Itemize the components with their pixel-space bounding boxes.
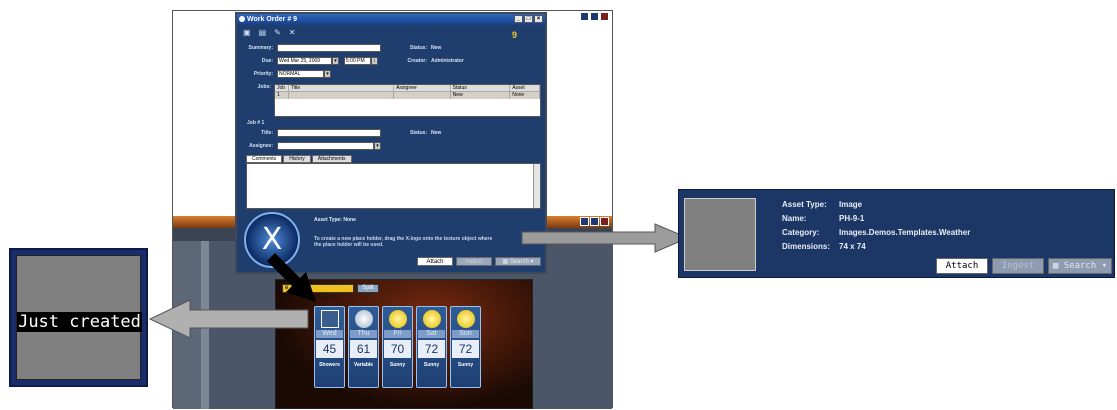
just-created-label: Just created xyxy=(17,312,142,332)
name-value: PH-9-1 xyxy=(839,214,865,223)
left-callout-arrow xyxy=(148,299,309,339)
right-callout-arrow xyxy=(521,223,690,253)
placeholder-thumbnail: Just created xyxy=(16,255,142,380)
asset-info-callout: Asset Type: Image Name: PH-9-1 Category:… xyxy=(678,189,1115,278)
asset-type-label: Asset Type: xyxy=(782,200,827,209)
asset-thumbnail xyxy=(684,198,756,271)
dimensions-value: 74 x 74 xyxy=(839,242,866,251)
category-value: Images.Demos.Templates.Weather xyxy=(839,228,971,237)
search-button-label: Search xyxy=(1063,261,1097,271)
search-icon: ▦ xyxy=(1052,261,1064,271)
search-button[interactable]: ▦ Search ▾ xyxy=(1048,258,1112,274)
attach-button[interactable]: Attach xyxy=(936,258,988,274)
category-label: Category: xyxy=(782,228,820,237)
asset-type-value: Image xyxy=(839,200,863,209)
dimensions-label: Dimensions: xyxy=(782,242,831,251)
ingest-button[interactable]: Ingest xyxy=(992,258,1044,274)
placeholder-zoom-callout: Just created xyxy=(9,248,148,387)
name-label: Name: xyxy=(782,214,807,223)
drag-arrow xyxy=(267,253,316,302)
